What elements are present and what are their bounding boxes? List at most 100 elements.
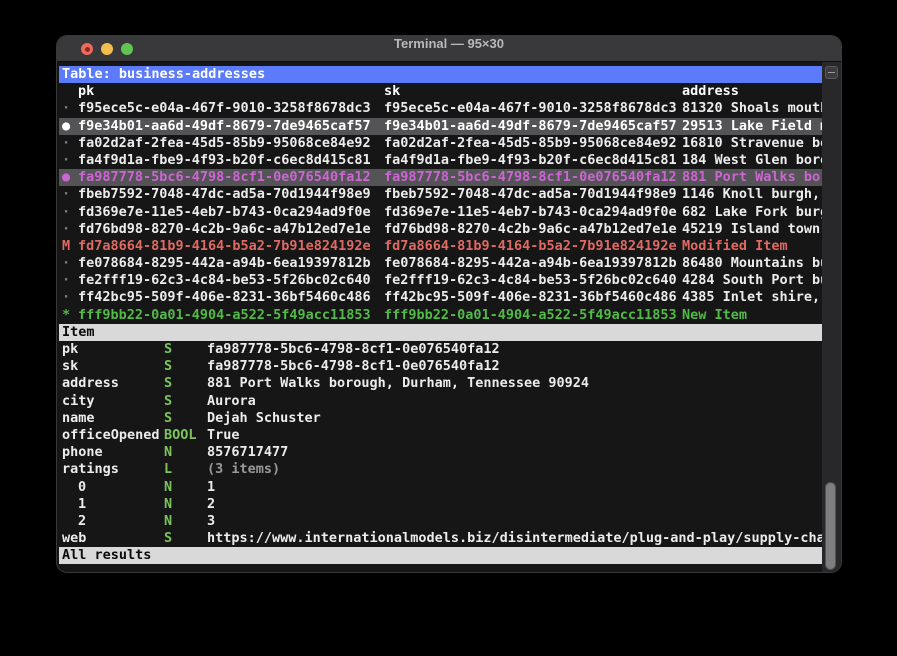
cell-address: 4284 South Port bur	[682, 272, 822, 289]
attribute-value: 2	[207, 496, 215, 513]
cell-address: 45219 Island town,	[682, 221, 822, 238]
attribute-value: Dejah Schuster	[207, 410, 321, 427]
cell-pk: fd369e7e-11e5-4eb7-b743-0ca294ad9f0e	[78, 204, 371, 221]
table-row[interactable]: ●f9e34b01-aa6d-49df-8679-7de9465caf57f9e…	[59, 118, 822, 135]
attribute-value: 8576717477	[207, 444, 288, 461]
cell-pk: fa02d2af-2fea-45d5-85b9-95068ce84e92	[78, 135, 371, 152]
row-marker: ●	[62, 169, 70, 186]
item-attribute-row: 0N1	[59, 479, 822, 496]
attribute-type: S	[164, 530, 172, 547]
item-attribute-row: ratingsL(3 items)	[59, 461, 822, 478]
attribute-type: N	[164, 513, 172, 530]
attribute-type: S	[164, 393, 172, 410]
attribute-name: phone	[62, 444, 103, 461]
table-row[interactable]: ·f95ece5c-e04a-467f-9010-3258f8678dc3f95…	[59, 100, 822, 117]
row-marker: ·	[62, 186, 70, 203]
item-attribute-row: webShttps://www.internationalmodels.biz/…	[59, 530, 822, 547]
cell-address: 29513 Lake Field mo	[682, 118, 822, 135]
attribute-type: S	[164, 341, 172, 358]
table-row[interactable]: ·fbeb7592-7048-47dc-ad5a-70d1944f98e9fbe…	[59, 186, 822, 203]
cell-address: 86480 Mountains bur	[682, 255, 822, 272]
attribute-name: city	[62, 393, 95, 410]
attribute-name: 0	[78, 479, 86, 496]
attribute-type: L	[164, 461, 172, 478]
scrollbar-track[interactable]	[822, 62, 841, 572]
table-row[interactable]: · fe078684-8295-442a-a94b-6ea19397812b fe0…	[59, 255, 822, 272]
cell-sk: ff42bc95-509f-406e-8231-36bf5460c486	[384, 289, 677, 306]
cell-pk: fe2fff19-62c3-4c84-be53-5f26bc02c640	[78, 272, 371, 289]
cell-address: 881 Port Walks boro	[682, 169, 822, 186]
table-rows: ·f95ece5c-e04a-467f-9010-3258f8678dc3f95…	[59, 100, 822, 323]
column-header-row: pk sk address	[59, 83, 822, 100]
cell-address: Modified Item	[682, 238, 788, 255]
cell-address: 1146 Knoll burgh, O	[682, 186, 822, 203]
desktop-background: Terminal — 95×30 Table: business-address…	[0, 0, 897, 656]
row-marker: ·	[62, 221, 70, 238]
split-pane-button[interactable]	[825, 66, 838, 79]
table-row[interactable]: · fe2fff19-62c3-4c84-be53-5f26bc02c640 fe2…	[59, 272, 822, 289]
attribute-value: fa987778-5bc6-4798-8cf1-0e076540fa12	[207, 341, 500, 358]
attribute-value: 3	[207, 513, 215, 530]
status-bar-label: All results	[62, 547, 151, 564]
cell-sk: f95ece5c-e04a-467f-9010-3258f8678dc3	[384, 100, 677, 117]
attribute-type: N	[164, 444, 172, 461]
attribute-name: 1	[78, 496, 86, 513]
cell-address: 81320 Shoals mouth,	[682, 100, 822, 117]
item-panel-header: Item	[59, 324, 822, 341]
attribute-value: True	[207, 427, 240, 444]
table-title: Table: business-addresses	[62, 66, 265, 83]
cell-address: 682 Lake Fork burgh	[682, 204, 822, 221]
titlebar[interactable]: Terminal — 95×30	[57, 36, 841, 62]
attribute-type: S	[164, 410, 172, 427]
table-row[interactable]: ·fd369e7e-11e5-4eb7-b743-0ca294ad9f0efd3…	[59, 204, 822, 221]
table-row[interactable]: · fa02d2af-2fea-45d5-85b9-95068ce84e92 fa0…	[59, 135, 822, 152]
cell-address: 16810 Stravenue bor	[682, 135, 822, 152]
table-row[interactable]: · fd76bd98-8270-4c2b-9a6c-a47b12ed7e1e fd7…	[59, 221, 822, 238]
row-marker: ●	[62, 118, 70, 135]
item-attribute-row: officeOpenedBOOLTrue	[59, 427, 822, 444]
attribute-name: sk	[62, 358, 78, 375]
cell-pk: fd7a8664-81b9-4164-b5a2-7b91e824192e	[78, 238, 371, 255]
attribute-name: address	[62, 375, 119, 392]
row-marker: ·	[62, 135, 70, 152]
item-attribute-row: skSfa987778-5bc6-4798-8cf1-0e076540fa12	[59, 358, 822, 375]
cell-pk: fd76bd98-8270-4c2b-9a6c-a47b12ed7e1e	[78, 221, 371, 238]
row-marker: ·	[62, 289, 70, 306]
cell-sk: fa02d2af-2fea-45d5-85b9-95068ce84e92	[384, 135, 677, 152]
item-attribute-row: addressS881 Port Walks borough, Durham, …	[59, 375, 822, 392]
table-row[interactable]: *fff9bb22-0a01-4904-a522-5f49acc11853fff…	[59, 307, 822, 324]
column-header-address: address	[682, 83, 739, 100]
attribute-name: web	[62, 530, 86, 547]
split-pane-icon	[828, 72, 835, 73]
item-panel-header-label: Item	[62, 324, 95, 341]
table-row[interactable]: ·fa4f9d1a-fbe9-4f93-b20f-c6ec8d415c81fa4…	[59, 152, 822, 169]
row-marker: ·	[62, 100, 70, 117]
cell-sk: fa4f9d1a-fbe9-4f93-b20f-c6ec8d415c81	[384, 152, 677, 169]
table-row[interactable]: Mfd7a8664-81b9-4164-b5a2-7b91e824192efd7…	[59, 238, 822, 255]
cell-address: New Item	[682, 307, 747, 324]
cell-sk: fff9bb22-0a01-4904-a522-5f49acc11853	[384, 307, 677, 324]
table-row[interactable]: ·ff42bc95-509f-406e-8231-36bf5460c486ff4…	[59, 289, 822, 306]
attribute-name: pk	[62, 341, 78, 358]
column-header-pk: pk	[78, 83, 94, 100]
scrollbar-thumb[interactable]	[825, 482, 836, 570]
table-row[interactable]: ●fa987778-5bc6-4798-8cf1-0e076540fa12fa9…	[59, 169, 822, 186]
cell-sk: fd76bd98-8270-4c2b-9a6c-a47b12ed7e1e	[384, 221, 677, 238]
cell-pk: fe078684-8295-442a-a94b-6ea19397812b	[78, 255, 371, 272]
attribute-value: fa987778-5bc6-4798-8cf1-0e076540fa12	[207, 358, 500, 375]
row-marker: ·	[62, 204, 70, 221]
cell-sk: fe2fff19-62c3-4c84-be53-5f26bc02c640	[384, 272, 677, 289]
row-marker: ·	[62, 255, 70, 272]
row-marker: M	[62, 238, 70, 255]
attribute-name: officeOpened	[62, 427, 160, 444]
row-marker: ·	[62, 272, 70, 289]
attribute-name: 2	[78, 513, 86, 530]
row-marker: *	[62, 307, 70, 324]
cell-sk: fa987778-5bc6-4798-8cf1-0e076540fa12	[384, 169, 677, 186]
terminal-content: Table: business-addresses pk sk address …	[57, 62, 822, 572]
cell-sk: fe078684-8295-442a-a94b-6ea19397812b	[384, 255, 677, 272]
item-attribute-list: pkSfa987778-5bc6-4798-8cf1-0e076540fa12s…	[59, 341, 822, 547]
attribute-value: 1	[207, 479, 215, 496]
status-bar: All results	[59, 547, 822, 564]
item-attribute-row: 2 N 3	[59, 513, 822, 530]
